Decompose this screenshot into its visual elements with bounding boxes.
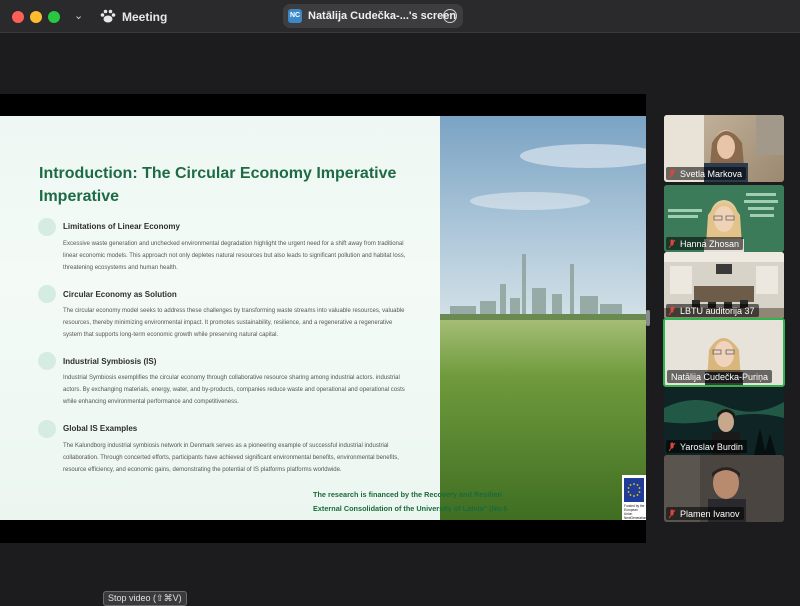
participant-tile[interactable]: Yaroslav Burdin [664, 388, 784, 455]
section-body: Industrial Symbiosis exemplifies the cir… [63, 375, 405, 406]
screen-share-indicator[interactable]: NC Natālija Cudečka-...'s screen ··· [283, 4, 463, 28]
eu-logo-text: Funded by the European Union NextGenerat… [624, 504, 646, 520]
participant-name: Hanna Zhosan [680, 238, 740, 249]
participant-name-bar: LBTU auditorija 37 [666, 304, 759, 317]
more-options-icon[interactable]: ··· [443, 9, 457, 23]
participant-name-bar: Yaroslav Burdin [666, 440, 747, 453]
stop-video-tooltip: Stop video (⇧⌘V) [103, 591, 187, 606]
section-heading: Limitations of Linear Economy [63, 222, 180, 231]
section-bullet-icon [38, 420, 56, 438]
section-heading: Global IS Examples [63, 424, 138, 433]
section-body: Excessive waste generation and unchecked… [63, 241, 406, 272]
eu-flag-icon [624, 478, 644, 502]
section-bullet-icon [38, 218, 56, 236]
chevron-down-icon[interactable]: ⌄ [74, 9, 83, 22]
participant-name-bar: Svetla Markova [666, 167, 747, 180]
participant-tile[interactable]: Svetla Markova [664, 115, 784, 182]
mic-muted-icon [668, 442, 676, 451]
mic-muted-icon [668, 239, 676, 248]
minimize-window-button[interactable] [30, 11, 42, 23]
participant-name: LBTU auditorija 37 [680, 305, 755, 316]
participant-name: Natālija Cudečka-Puriņa [671, 371, 769, 382]
participant-name: Plamen Ivanov [680, 508, 740, 519]
participant-name-bar: Hanna Zhosan [666, 237, 744, 250]
paw-icon [100, 9, 116, 23]
participant-name: Yaroslav Burdin [680, 441, 743, 452]
mic-muted-icon [668, 306, 676, 315]
participant-name-bar: Natālija Cudečka-Puriņa [667, 370, 773, 383]
section-body: The Kalundborg industrial symbiosis netw… [63, 443, 399, 474]
funding-note-line: The research is financed by the Recovery… [313, 490, 502, 499]
section-bullet-icon [38, 285, 56, 303]
section-body: The circular economy model seeks to addr… [63, 308, 405, 339]
close-window-button[interactable] [12, 11, 24, 23]
slide-title: Introduction: The Circular Economy Imper… [39, 165, 397, 205]
participant-name: Svetla Markova [680, 168, 743, 179]
mic-muted-icon [668, 509, 676, 518]
presenter-avatar: NC [288, 9, 302, 23]
participant-tile[interactable]: Plamen Ivanov [664, 455, 784, 522]
section-heading: Circular Economy as Solution [63, 290, 177, 299]
participant-tile[interactable]: LBTU auditorija 37 [664, 252, 784, 319]
participant-tile[interactable]: Hanna Zhosan [664, 185, 784, 252]
screen-share-label: Natālija Cudečka-...'s screen [308, 10, 457, 22]
participant-tile-active-speaker[interactable]: Natālija Cudečka-Puriņa [663, 318, 785, 387]
title-bar: ⌄ Meeting NC Natālija Cudečka-...'s scre… [0, 0, 800, 33]
funding-note-line: External Consolidation of the University… [313, 504, 508, 513]
mic-muted-icon [668, 169, 676, 178]
meeting-title: Meeting [122, 10, 168, 24]
factory-field-image [440, 116, 646, 520]
eu-funding-logo: Funded by the European Union NextGenerat… [622, 475, 646, 520]
section-bullet-icon [38, 352, 56, 370]
zoom-window-button[interactable] [48, 11, 60, 23]
resize-handle[interactable] [646, 310, 650, 326]
section-heading: Industrial Symbiosis (IS) [63, 357, 157, 366]
presentation-slide: Introduction: The Circular Economy Imper… [0, 116, 646, 520]
participant-name-bar: Plamen Ivanov [666, 507, 744, 520]
